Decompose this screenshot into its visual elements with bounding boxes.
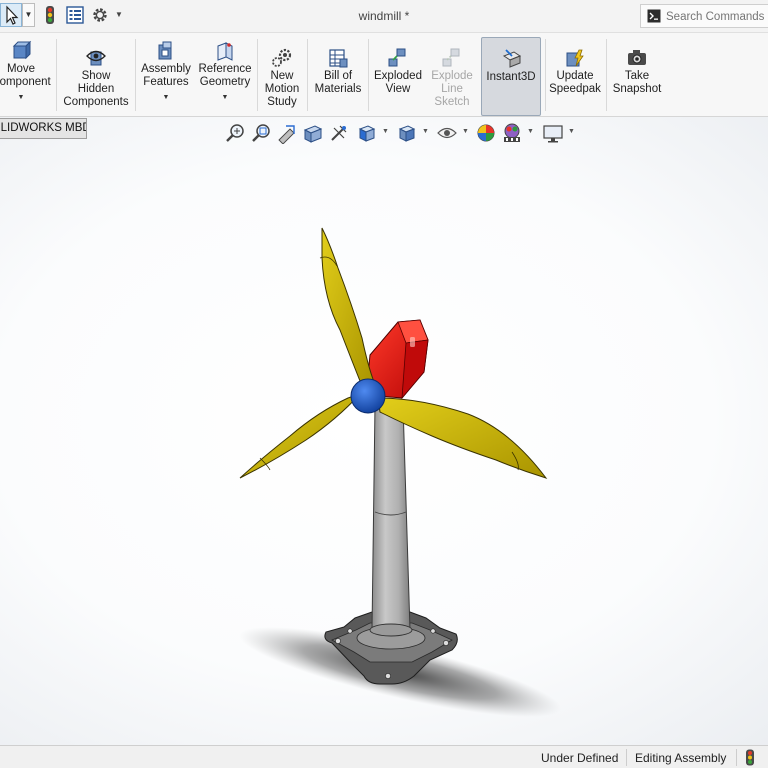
options-caret-icon[interactable]: ▼	[115, 10, 123, 19]
reference-geometry-dropdown-icon[interactable]: ▼	[196, 91, 254, 104]
assembly-features-label: Assembly Features	[141, 63, 191, 88]
ribbon-separator	[606, 39, 607, 111]
hide-show-items-icon[interactable]	[436, 122, 458, 144]
exploded-view-icon	[388, 48, 406, 67]
take-snapshot-button[interactable]: Take Snapshot	[610, 43, 664, 121]
blade-left[interactable]	[239, 393, 361, 479]
search-input[interactable]	[666, 8, 766, 25]
move-component-dropdown-icon[interactable]: ▼	[0, 91, 54, 104]
status-separator	[736, 749, 737, 766]
assembly-features-icon	[158, 41, 172, 60]
command-manager-ribbon: Move Component ▼ Show Hidden Components …	[0, 33, 768, 117]
blade-upper[interactable]	[321, 227, 375, 387]
reference-geometry-label: Reference Geometry	[198, 63, 252, 88]
gear-icon[interactable]	[90, 5, 110, 25]
file-properties-icon[interactable]	[65, 5, 85, 25]
ribbon-separator	[257, 39, 258, 111]
rebuild-traffic-light-icon[interactable]	[744, 749, 756, 766]
rotor-hub[interactable]	[350, 378, 386, 414]
apply-scene-caret-icon[interactable]: ▼	[527, 128, 534, 135]
move-component-label: Move Component	[0, 63, 51, 88]
bill-of-materials-label: Bill of Materials	[314, 70, 362, 95]
explode-line-sketch-icon	[442, 48, 460, 67]
ribbon-separator	[135, 39, 136, 111]
editing-mode-status: Editing Assembly	[635, 751, 727, 765]
instant3d-label: Instant3D	[486, 71, 536, 83]
windmill-model[interactable]	[0, 117, 768, 745]
title-bar: ▼ ▼ windmill *	[0, 0, 768, 33]
search-commands-box[interactable]	[640, 4, 768, 28]
status-separator	[626, 749, 627, 766]
show-hidden-icon	[86, 50, 106, 66]
tab-solidworks-mbd[interactable]: SOLIDWORKS MBD	[0, 118, 87, 139]
display-style-icon[interactable]	[396, 122, 418, 144]
move-component-icon	[12, 40, 32, 60]
tower[interactable]	[369, 404, 413, 637]
instant3d-button[interactable]: Instant3D	[481, 37, 541, 116]
speedpak-icon	[566, 49, 584, 67]
reference-geometry-button[interactable]: Reference Geometry ▼	[196, 36, 254, 114]
assembly-features-button[interactable]: Assembly Features ▼	[139, 36, 193, 114]
new-motion-study-label: New Motion Study	[264, 70, 300, 108]
edit-appearance-icon[interactable]	[475, 122, 497, 144]
reference-geometry-icon	[217, 42, 233, 61]
ribbon-separator	[307, 39, 308, 111]
camera-icon	[628, 50, 646, 65]
ribbon-separator	[545, 39, 546, 111]
dynamic-annotation-icon[interactable]	[328, 122, 350, 144]
bill-of-materials-icon	[329, 49, 348, 68]
show-hidden-components-button[interactable]: Show Hidden Components	[60, 43, 132, 121]
view-orientation-caret-icon[interactable]: ▼	[382, 128, 389, 135]
cursor-arrow-icon	[6, 5, 19, 25]
solidworks-window: ▼ ▼ windmill * Search Commands Move ompo…	[0, 0, 768, 768]
explode-line-sketch-label: Explode Line Sketch	[431, 70, 473, 108]
assembly-features-dropdown-icon[interactable]: ▼	[139, 91, 193, 104]
instant3d-icon	[502, 49, 522, 68]
search-commands-icon	[647, 9, 661, 23]
tab-solidworks-mbd-label: SOLIDWORKS MBD	[0, 122, 86, 134]
view-settings-caret-icon[interactable]: ▼	[568, 128, 575, 135]
take-snapshot-label: Take Snapshot	[612, 70, 662, 95]
ribbon-separator	[368, 39, 369, 111]
new-motion-study-button[interactable]: New Motion Study	[260, 43, 304, 121]
definition-status: Under Defined	[541, 751, 619, 765]
zoom-to-area-icon[interactable]	[250, 122, 272, 144]
zoom-to-fit-icon[interactable]	[224, 122, 246, 144]
display-style-caret-icon[interactable]: ▼	[422, 128, 429, 135]
exploded-view-button[interactable]: Exploded View	[371, 43, 425, 121]
document-title: windmill *	[358, 9, 410, 23]
previous-view-icon[interactable]	[276, 122, 298, 144]
status-bar: Under Defined Editing Assembly	[0, 745, 768, 768]
select-tool-button[interactable]	[0, 3, 22, 27]
move-component-button[interactable]: Move Component ▼	[0, 36, 54, 114]
update-speedpak-label: Update Speedpak	[549, 70, 601, 95]
bill-of-materials-button[interactable]: Bill of Materials	[311, 43, 365, 121]
ribbon-separator	[56, 39, 57, 111]
hide-show-caret-icon[interactable]: ▼	[462, 128, 469, 135]
update-speedpak-button[interactable]: Update Speedpak	[548, 43, 602, 121]
traffic-light-icon[interactable]	[40, 5, 60, 25]
view-orientation-icon[interactable]	[356, 122, 378, 144]
show-hidden-label: Show Hidden Components	[63, 70, 129, 108]
explode-line-sketch-button[interactable]: Explode Line Sketch	[428, 43, 476, 121]
view-settings-icon[interactable]	[542, 122, 564, 144]
apply-scene-icon[interactable]	[501, 122, 523, 144]
motion-study-icon	[272, 48, 292, 67]
exploded-view-label: Exploded View	[374, 70, 422, 95]
section-view-icon[interactable]	[302, 122, 324, 144]
select-tool-dropdown[interactable]: ▼	[22, 3, 35, 27]
